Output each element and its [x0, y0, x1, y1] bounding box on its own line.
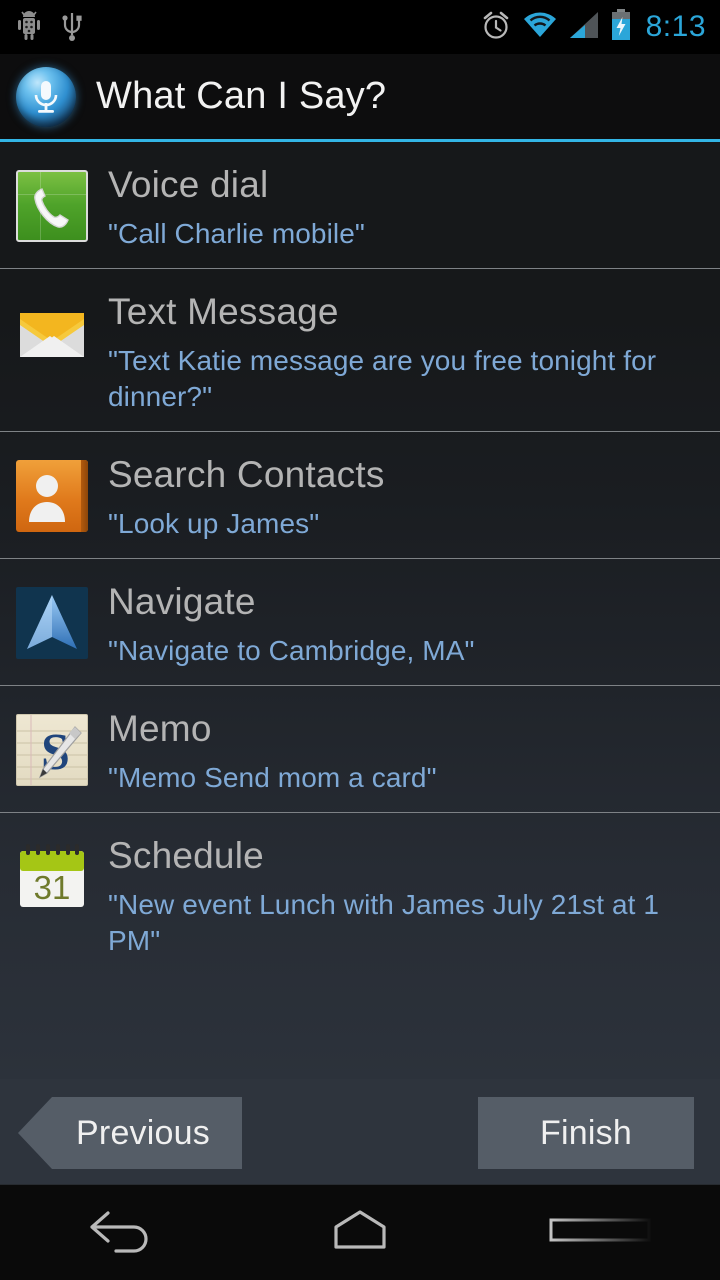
battery-charging-icon — [610, 8, 632, 46]
list-item-title: Voice dial — [108, 164, 269, 205]
list-item[interactable]: Navigate "Navigate to Cambridge, MA" — [0, 559, 720, 686]
list-item-text: Schedule "New event Lunch with James Jul… — [108, 831, 704, 959]
list-item-text: Search Contacts "Look up James" — [108, 450, 704, 542]
previous-button[interactable]: Previous — [18, 1097, 242, 1169]
list-item-text: Voice dial "Call Charlie mobile" — [108, 160, 704, 252]
status-bar: 8:13 — [0, 0, 720, 54]
list-item-example: "Look up James" — [108, 508, 320, 539]
list-item-title: Memo — [108, 708, 212, 749]
envelope-icon — [16, 297, 88, 369]
back-button[interactable] — [40, 1185, 200, 1280]
list-item-example: "Memo Send mom a card" — [108, 762, 437, 793]
command-list: Voice dial "Call Charlie mobile" Text Me… — [0, 142, 720, 1079]
status-bar-left-icons — [14, 8, 84, 47]
list-item[interactable]: Search Contacts "Look up James" — [0, 432, 720, 559]
calendar-icon: 31 — [16, 841, 88, 913]
list-item-example: "Navigate to Cambridge, MA" — [108, 635, 475, 666]
cell-signal-icon — [568, 10, 600, 45]
calendar-day-label: 31 — [34, 869, 71, 906]
list-item-title: Text Message — [108, 291, 339, 332]
system-navigation-bar — [0, 1184, 720, 1280]
android-debug-icon — [14, 9, 44, 46]
status-bar-right-icons: 8:13 — [480, 8, 706, 46]
list-item-title: Search Contacts — [108, 454, 385, 495]
app-title-bar: What Can I Say? — [0, 54, 720, 142]
list-item-text: Navigate "Navigate to Cambridge, MA" — [108, 577, 704, 669]
list-item-text: Memo "Memo Send mom a card" — [108, 704, 704, 796]
microphone-orb-icon — [16, 66, 76, 127]
contact-icon — [16, 460, 88, 532]
list-item[interactable]: Text Message "Text Katie message are you… — [0, 269, 720, 432]
finish-button[interactable]: Finish — [478, 1097, 694, 1169]
home-icon — [322, 1205, 398, 1260]
page-title: What Can I Say? — [96, 75, 387, 117]
usb-icon — [60, 8, 84, 47]
wizard-button-bar: Previous Finish — [0, 1079, 720, 1184]
back-icon — [82, 1205, 158, 1260]
phone-screen: 8:13 What Can I Say? Voice dial "Call Ch… — [0, 0, 720, 1280]
list-item-title: Schedule — [108, 835, 264, 876]
list-item-example: "Text Katie message are you free tonight… — [108, 345, 657, 412]
list-item[interactable]: 31 Schedule "New event Lunch with James … — [0, 813, 720, 975]
alarm-clock-icon — [480, 9, 512, 46]
wifi-icon — [522, 10, 558, 45]
list-item-text: Text Message "Text Katie message are you… — [108, 287, 704, 415]
recents-button[interactable] — [520, 1185, 680, 1280]
list-item-example: "Call Charlie mobile" — [108, 218, 365, 249]
navigation-arrow-icon — [16, 587, 88, 659]
memo-icon: S — [16, 714, 88, 786]
list-item-title: Navigate — [108, 581, 256, 622]
status-bar-clock: 8:13 — [645, 10, 706, 43]
list-item[interactable]: Voice dial "Call Charlie mobile" — [0, 142, 720, 269]
recents-icon — [545, 1205, 655, 1260]
phone-icon — [16, 170, 88, 242]
list-item-example: "New event Lunch with James July 21st at… — [108, 889, 660, 956]
home-button[interactable] — [280, 1185, 440, 1280]
list-item[interactable]: S Memo "Memo Send mom a card" — [0, 686, 720, 813]
